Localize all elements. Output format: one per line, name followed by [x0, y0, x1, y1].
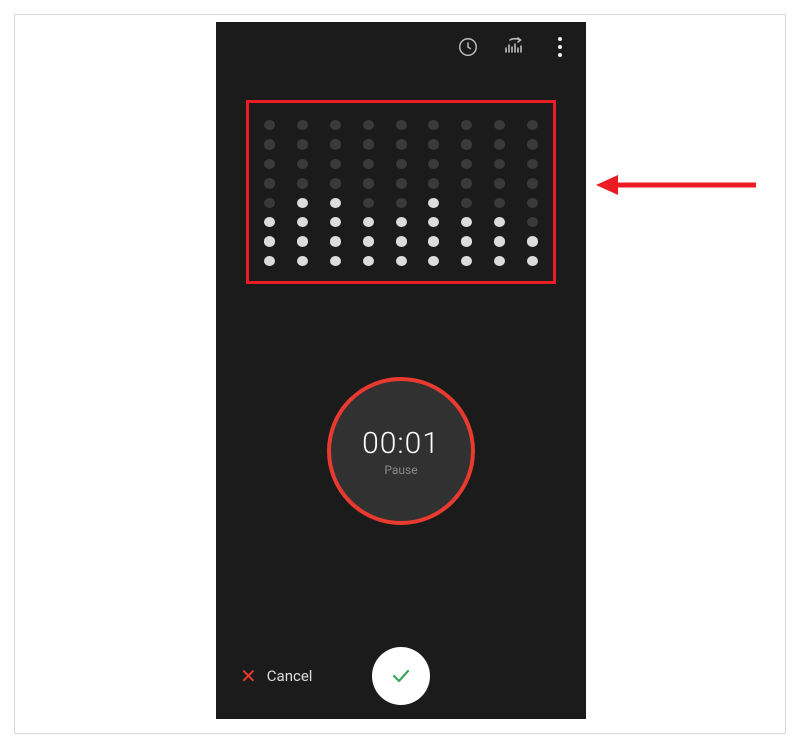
- eq-dot: [330, 256, 341, 266]
- eq-dot: [363, 217, 374, 227]
- eq-dot: [527, 217, 538, 227]
- eq-dot: [527, 236, 538, 246]
- eq-dot: [461, 139, 472, 149]
- eq-dot: [461, 217, 472, 227]
- eq-dot: [494, 120, 505, 130]
- eq-column: [330, 120, 341, 266]
- eq-dot: [428, 198, 439, 208]
- eq-dot: [461, 198, 472, 208]
- eq-dot: [297, 217, 308, 227]
- eq-dot: [494, 236, 505, 246]
- eq-dot: [264, 159, 275, 169]
- pause-label: Pause: [384, 463, 417, 477]
- eq-column: [428, 120, 439, 266]
- eq-dot: [428, 217, 439, 227]
- eq-dot: [363, 139, 374, 149]
- eq-dot: [297, 198, 308, 208]
- eq-dot: [428, 256, 439, 266]
- eq-dot: [396, 256, 407, 266]
- eq-dot: [330, 178, 341, 188]
- eq-dot: [494, 256, 505, 266]
- eq-dot: [363, 159, 374, 169]
- eq-column: [494, 120, 505, 266]
- eq-dot: [264, 236, 275, 246]
- eq-dot: [297, 236, 308, 246]
- eq-dot: [428, 120, 439, 130]
- recording-timer: 00:01: [362, 426, 440, 461]
- eq-dot: [527, 159, 538, 169]
- eq-dot: [264, 139, 275, 149]
- eq-dot: [330, 120, 341, 130]
- eq-dot: [363, 198, 374, 208]
- phone-screen: 00:01 Pause ✕ Cancel: [216, 22, 586, 719]
- eq-dot: [461, 236, 472, 246]
- eq-column: [297, 120, 308, 266]
- cancel-label: Cancel: [267, 667, 313, 685]
- outer-frame: 00:01 Pause ✕ Cancel: [14, 14, 786, 734]
- eq-dot: [330, 236, 341, 246]
- eq-dot: [428, 178, 439, 188]
- eq-column: [527, 120, 538, 266]
- eq-dot: [297, 256, 308, 266]
- more-icon[interactable]: [546, 33, 574, 61]
- eq-dot: [461, 256, 472, 266]
- record-button-wrap: 00:01 Pause: [327, 377, 475, 525]
- eq-dot: [363, 256, 374, 266]
- eq-dot: [330, 217, 341, 227]
- eq-dot: [264, 217, 275, 227]
- eq-dot: [428, 139, 439, 149]
- eq-dot: [264, 256, 275, 266]
- eq-dot: [527, 256, 538, 266]
- eq-dot: [396, 198, 407, 208]
- eq-dot: [428, 236, 439, 246]
- eq-dot: [396, 139, 407, 149]
- close-icon: ✕: [240, 666, 257, 686]
- eq-dot: [330, 139, 341, 149]
- eq-dot: [527, 198, 538, 208]
- eq-dot: [297, 139, 308, 149]
- eq-dot: [494, 139, 505, 149]
- eq-dot: [264, 120, 275, 130]
- eq-dot: [494, 198, 505, 208]
- eq-dot: [396, 236, 407, 246]
- eq-dot: [396, 159, 407, 169]
- eq-column: [363, 120, 374, 266]
- eq-dot: [396, 178, 407, 188]
- eq-dot: [330, 198, 341, 208]
- eq-dot: [461, 178, 472, 188]
- eq-dot: [527, 178, 538, 188]
- eq-dot: [363, 178, 374, 188]
- eq-dot: [297, 159, 308, 169]
- eq-dot: [494, 178, 505, 188]
- done-button[interactable]: [372, 647, 430, 705]
- eq-dot: [461, 159, 472, 169]
- eq-dot: [461, 120, 472, 130]
- top-toolbar: [216, 22, 586, 72]
- eq-dot: [264, 198, 275, 208]
- record-pause-button[interactable]: 00:01 Pause: [327, 377, 475, 525]
- eq-dot: [494, 159, 505, 169]
- eq-dot: [363, 236, 374, 246]
- audio-level-visualizer: [260, 114, 542, 272]
- eq-dot: [363, 120, 374, 130]
- bottom-controls: ✕ Cancel: [216, 633, 586, 719]
- cancel-button[interactable]: ✕ Cancel: [240, 666, 312, 686]
- eq-dot: [330, 159, 341, 169]
- eq-column: [461, 120, 472, 266]
- eq-dot: [428, 159, 439, 169]
- eq-dot: [527, 139, 538, 149]
- eq-column: [264, 120, 275, 266]
- waveform-convert-icon[interactable]: [500, 33, 528, 61]
- eq-dot: [297, 178, 308, 188]
- eq-dot: [396, 217, 407, 227]
- annotation-arrow: [596, 173, 756, 197]
- eq-dot: [494, 217, 505, 227]
- eq-dot: [527, 120, 538, 130]
- eq-dot: [264, 178, 275, 188]
- eq-dot: [297, 120, 308, 130]
- eq-column: [396, 120, 407, 266]
- eq-dot: [396, 120, 407, 130]
- history-icon[interactable]: [454, 33, 482, 61]
